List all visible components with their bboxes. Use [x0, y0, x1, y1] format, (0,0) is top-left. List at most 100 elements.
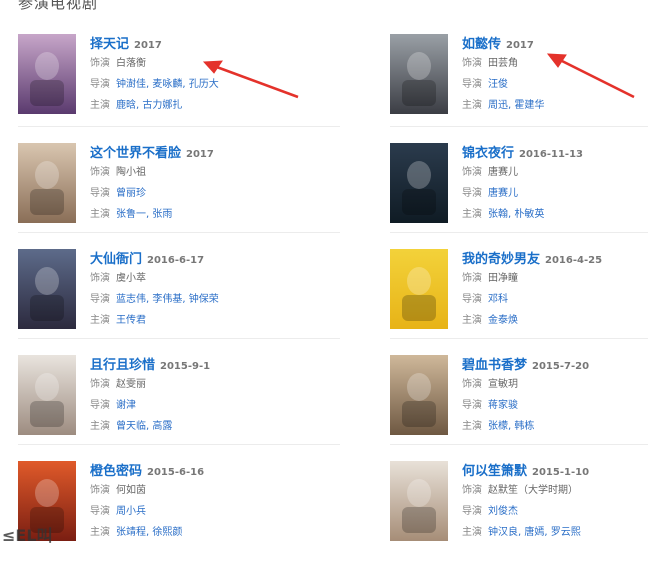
- poster-image: [18, 143, 76, 223]
- cast-link[interactable]: 钟汉良, 唐嫣, 罗云熙: [488, 527, 581, 538]
- director-link[interactable]: 汪俊: [488, 79, 508, 90]
- cast-link[interactable]: 鹿晗, 古力娜扎: [116, 100, 182, 111]
- drama-info: 橙色密码 2015-6-16 饰演 何如茵 导演 周小兵 主演 张靖程, 徐熙颜: [90, 460, 320, 543]
- cast-link[interactable]: 王传君: [116, 315, 146, 326]
- drama-item: 如懿传 2017 饰演 田芸角 导演 汪俊 主演 周迅, 霍建华: [390, 34, 668, 134]
- director-link[interactable]: 唐赛儿: [488, 188, 518, 199]
- cast-link[interactable]: 张檬, 韩栋: [488, 421, 534, 432]
- drama-info: 何以笙箫默 2015-1-10 饰演 赵默笙（大学时期） 导演 刘俊杰 主演 钟汉良, …: [462, 460, 668, 543]
- drama-title-link[interactable]: 锦衣夜行: [462, 146, 514, 161]
- director-link[interactable]: 蓝志伟, 李伟基, 钟保荣: [116, 294, 219, 305]
- director-link[interactable]: 钟澍佳, 麦咏麟, 孔历大: [116, 79, 219, 90]
- drama-title-link[interactable]: 碧血书香梦: [462, 358, 527, 373]
- poster-image: [390, 34, 448, 114]
- cast-link[interactable]: 张鲁一, 张雨: [116, 209, 172, 220]
- cast-link[interactable]: 张靖程, 徐熙颜: [116, 527, 182, 538]
- cast-label: 主演: [90, 100, 110, 111]
- drama-poster[interactable]: [390, 249, 448, 329]
- drama-item: 我的奇妙男友 2016-4-25 饰演 田净瞳 导演 邓科 主演 金泰焕: [390, 249, 668, 349]
- role-value: 白落衡: [116, 58, 146, 69]
- drama-date: 2015-6-16: [147, 467, 205, 478]
- director-label: 导演: [462, 400, 482, 411]
- director-label: 导演: [90, 506, 110, 517]
- drama-info: 这个世界不看脸 2017 饰演 陶小祖 导演 曾丽珍 主演 张鲁一, 张雨: [90, 142, 320, 225]
- director-link[interactable]: 谢津: [116, 400, 136, 411]
- drama-poster[interactable]: [18, 249, 76, 329]
- cast-label: 主演: [462, 527, 482, 538]
- drama-item: 碧血书香梦 2015-7-20 饰演 宣敏玥 导演 蒋家骏 主演 张檬, 韩栋: [390, 355, 668, 455]
- drama-title-link[interactable]: 橙色密码: [90, 464, 142, 479]
- cast-link[interactable]: 张翰, 朴敏英: [488, 209, 544, 220]
- cast-label: 主演: [462, 421, 482, 432]
- watermark-text: ≤EL叫: [2, 526, 53, 545]
- drama-poster[interactable]: [18, 143, 76, 223]
- drama-item: 何以笙箫默 2015-1-10 饰演 赵默笙（大学时期） 导演 刘俊杰 主演 钟汉良, …: [390, 461, 668, 561]
- director-label: 导演: [90, 79, 110, 90]
- row-divider: [18, 338, 340, 339]
- drama-poster[interactable]: [18, 355, 76, 435]
- drama-poster[interactable]: [18, 34, 76, 114]
- poster-image: [18, 355, 76, 435]
- poster-image: [390, 143, 448, 223]
- poster-image: [18, 34, 76, 114]
- poster-image: [390, 461, 448, 541]
- drama-title-link[interactable]: 如懿传: [462, 37, 501, 52]
- row-divider: [390, 232, 648, 233]
- drama-item: 择天记 2017 饰演 白落衡 导演 钟澍佳, 麦咏麟, 孔历大 主演 鹿晗, 古力娜扎: [18, 34, 318, 134]
- role-value: 赵雯丽: [116, 379, 146, 390]
- row-divider: [18, 126, 340, 127]
- drama-date: 2017: [506, 40, 534, 51]
- poster-image: [390, 355, 448, 435]
- drama-date: 2015-1-10: [532, 467, 590, 478]
- drama-info: 锦衣夜行 2016-11-13 饰演 唐赛儿 导演 唐赛儿 主演 张翰, 朴敏英: [462, 142, 668, 225]
- row-divider: [390, 126, 648, 127]
- row-divider: [18, 232, 340, 233]
- director-label: 导演: [90, 188, 110, 199]
- drama-date: 2017: [186, 149, 214, 160]
- drama-title-link[interactable]: 择天记: [90, 37, 129, 52]
- cast-link[interactable]: 金泰焕: [488, 315, 518, 326]
- role-label: 饰演: [462, 273, 482, 284]
- director-link[interactable]: 刘俊杰: [488, 506, 518, 517]
- drama-info: 且行且珍惜 2015-9-1 饰演 赵雯丽 导演 谢津 主演 曾天临, 高露: [90, 354, 320, 437]
- director-link[interactable]: 曾丽珍: [116, 188, 146, 199]
- drama-title-link[interactable]: 这个世界不看脸: [90, 146, 181, 161]
- drama-title-link[interactable]: 我的奇妙男友: [462, 252, 540, 267]
- row-divider: [390, 444, 648, 445]
- role-label: 饰演: [462, 379, 482, 390]
- drama-poster[interactable]: [390, 461, 448, 541]
- drama-poster[interactable]: [390, 355, 448, 435]
- drama-date: 2017: [134, 40, 162, 51]
- cast-label: 主演: [90, 209, 110, 220]
- role-value: 唐赛儿: [488, 167, 518, 178]
- role-label: 饰演: [462, 167, 482, 178]
- drama-info: 如懿传 2017 饰演 田芸角 导演 汪俊 主演 周迅, 霍建华: [462, 33, 668, 116]
- director-label: 导演: [462, 188, 482, 199]
- drama-poster[interactable]: [390, 143, 448, 223]
- director-link[interactable]: 蒋家骏: [488, 400, 518, 411]
- cast-link[interactable]: 曾天临, 高露: [116, 421, 172, 432]
- drama-grid: 择天记 2017 饰演 白落衡 导演 钟澍佳, 麦咏麟, 孔历大 主演 鹿晗, 古力娜扎…: [0, 0, 668, 541]
- director-link[interactable]: 邓科: [488, 294, 508, 305]
- drama-date: 2015-9-1: [160, 361, 211, 372]
- drama-date: 2016-4-25: [545, 255, 603, 266]
- drama-title-link[interactable]: 何以笙箫默: [462, 464, 527, 479]
- drama-poster[interactable]: [390, 34, 448, 114]
- role-label: 饰演: [90, 273, 110, 284]
- drama-info: 大仙衙门 2016-6-17 饰演 虞小萃 导演 蓝志伟, 李伟基, 钟保荣 主演 王传…: [90, 248, 320, 331]
- drama-title-link[interactable]: 且行且珍惜: [90, 358, 155, 373]
- cast-link[interactable]: 周迅, 霍建华: [488, 100, 544, 111]
- drama-title-link[interactable]: 大仙衙门: [90, 252, 142, 267]
- role-label: 饰演: [462, 58, 482, 69]
- drama-date: 2016-11-13: [519, 149, 583, 160]
- role-value: 陶小祖: [116, 167, 146, 178]
- director-link[interactable]: 周小兵: [116, 506, 146, 517]
- role-value: 赵默笙（大学时期）: [488, 485, 578, 496]
- cast-label: 主演: [90, 421, 110, 432]
- role-value: 宣敏玥: [488, 379, 518, 390]
- drama-item: 且行且珍惜 2015-9-1 饰演 赵雯丽 导演 谢津 主演 曾天临, 高露: [18, 355, 318, 455]
- drama-item: 锦衣夜行 2016-11-13 饰演 唐赛儿 导演 唐赛儿 主演 张翰, 朴敏英: [390, 143, 668, 243]
- role-label: 饰演: [90, 58, 110, 69]
- role-value: 田芸角: [488, 58, 518, 69]
- cast-label: 主演: [462, 209, 482, 220]
